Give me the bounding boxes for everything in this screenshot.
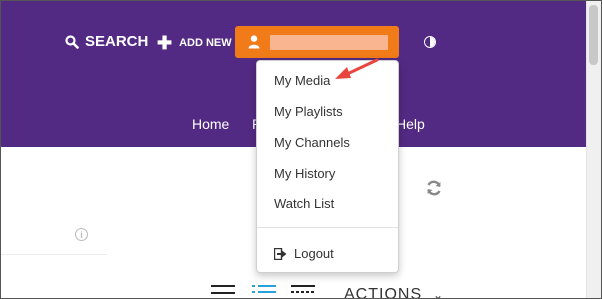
compact-view-icon[interactable] <box>291 285 315 298</box>
nav-help[interactable]: Help <box>396 116 425 132</box>
browser-frame: SEARCH ✚ ADD NEW Home P Help i <box>0 0 602 299</box>
add-new-label: ADD NEW <box>179 37 232 49</box>
annotation-arrow-icon <box>335 58 379 79</box>
logout-icon <box>274 247 287 260</box>
grid-view-icon[interactable] <box>211 285 235 298</box>
menu-item-watch-list[interactable]: Watch List <box>274 196 334 211</box>
search-icon <box>65 34 79 49</box>
info-icon[interactable]: i <box>75 228 88 241</box>
menu-divider <box>257 227 398 228</box>
divider <box>1 254 107 255</box>
user-menu-button[interactable] <box>235 26 399 58</box>
plus-icon: ✚ <box>157 33 173 53</box>
redacted-user-name <box>270 35 388 50</box>
contrast-toggle-icon[interactable] <box>424 36 436 48</box>
menu-item-my-playlists[interactable]: My Playlists <box>274 104 343 119</box>
actions-menu[interactable]: ACTIONS <box>344 286 422 298</box>
logout-button[interactable]: Logout <box>274 246 334 261</box>
search-button[interactable]: SEARCH <box>65 33 148 50</box>
search-label: SEARCH <box>85 33 149 50</box>
nav-home[interactable]: Home <box>192 116 229 132</box>
list-view-icon[interactable] <box>252 285 276 298</box>
refresh-icon[interactable] <box>425 179 443 197</box>
logout-label: Logout <box>294 246 334 261</box>
scrollbar-thumb[interactable] <box>589 5 598 65</box>
user-icon <box>248 35 260 49</box>
add-new-button[interactable]: ✚ ADD NEW <box>157 34 232 52</box>
chevron-down-icon[interactable]: ⌄ <box>433 288 443 298</box>
menu-item-my-channels[interactable]: My Channels <box>274 135 350 150</box>
menu-item-my-history[interactable]: My History <box>274 166 335 181</box>
user-dropdown-menu: My Media My Playlists My Channels My His… <box>256 60 399 273</box>
menu-item-my-media[interactable]: My Media <box>274 73 330 88</box>
